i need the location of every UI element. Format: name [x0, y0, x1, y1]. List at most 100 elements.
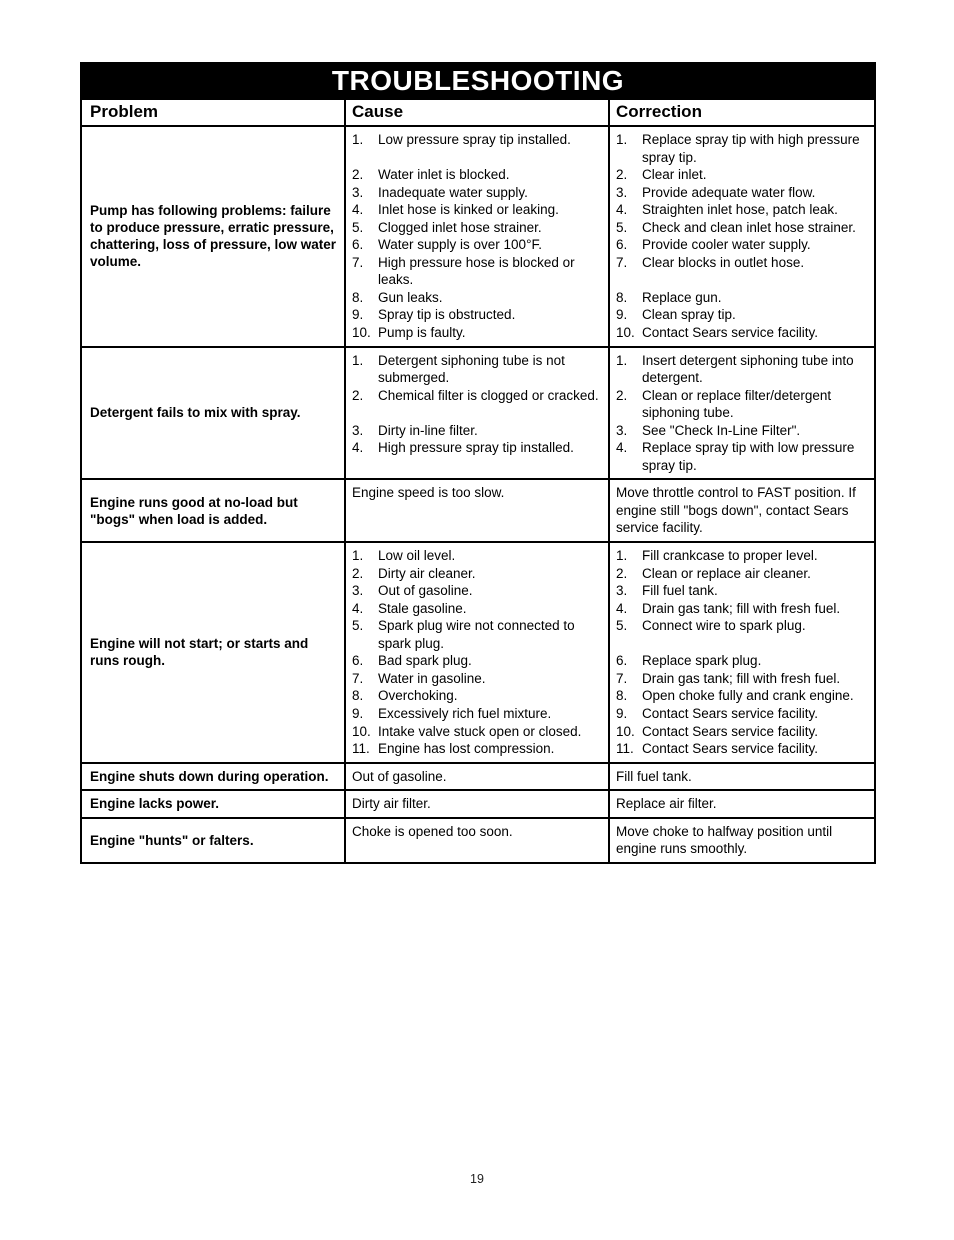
cause-list-item: 10. Pump is faulty. [352, 324, 604, 342]
correction-item-number: 5. [616, 219, 628, 235]
correction-list-item: 7. Drain gas tank; fill with fresh fuel. [616, 670, 870, 688]
cause-item-text: Water supply is over 100°F. [378, 237, 542, 253]
cause-item-text: Bad spark plug. [378, 653, 472, 669]
cause-text: Engine speed is too slow. [352, 485, 505, 501]
cause-item-number: 5. [352, 219, 364, 235]
cell-correction: Move throttle control to FAST position. … [610, 480, 874, 541]
correction-item-text: Replace spark plug. [642, 653, 762, 669]
correction-item-text: Replace spray tip with low pressure spra… [642, 440, 855, 473]
correction-item-number: 1. [616, 352, 628, 368]
correction-text: Replace air filter. [616, 796, 717, 812]
cause-list-item: 7. Water in gasoline. [352, 670, 604, 688]
column-header-problem: Problem [82, 100, 346, 125]
correction-item-number: 6. [616, 653, 628, 669]
cause-item-number: 9. [352, 705, 364, 721]
cell-problem: Engine "hunts" or falters. [82, 818, 346, 862]
correction-item-text: Drain gas tank; fill with fresh fuel. [642, 600, 841, 616]
cause-item-text: Intake valve stuck open or closed. [378, 723, 582, 739]
cause-list-item: 1. Low pressure spray tip installed. [352, 131, 604, 166]
cause-item-text: Inlet hose is kinked or leaking. [378, 202, 559, 218]
correction-item-number: 5. [616, 618, 628, 634]
correction-list-item: 6. Replace spark plug. [616, 652, 870, 670]
correction-item-number: 3. [616, 583, 628, 599]
page-title: TROUBLESHOOTING [331, 65, 625, 96]
problem-label: Engine lacks power. [90, 796, 220, 812]
cause-list-item: 9. Spray tip is obstructed. [352, 306, 604, 324]
correction-list-item: 1. Fill crankcase to proper level. [616, 547, 870, 565]
correction-item-text: Fill crankcase to proper level. [642, 548, 818, 564]
correction-item-text: Check and clean inlet hose strainer. [642, 219, 856, 235]
cause-item-number: 6. [352, 653, 364, 669]
correction-item-text: Open choke fully and crank engine. [642, 688, 854, 704]
cause-item-text: Out of gasoline. [378, 583, 473, 599]
table-row: Engine will not start; or starts and run… [82, 543, 874, 764]
cause-list-item: 5. Clogged inlet hose strainer. [352, 219, 604, 237]
cause-item-number: 3. [352, 184, 364, 200]
correction-item-number: 7. [616, 254, 628, 270]
cause-item-text: Chemical filter is clogged or cracked. [378, 387, 599, 403]
cause-item-number: 4. [352, 600, 364, 616]
problem-label: Engine shuts down during operation. [90, 768, 329, 784]
column-header-cause: Cause [346, 100, 610, 125]
cause-item-number: 3. [352, 422, 364, 438]
cause-list-item: 4. Stale gasoline. [352, 600, 604, 618]
correction-item-text: See "Check In-Line Filter". [642, 422, 801, 438]
cause-list: 1. Low pressure spray tip installed. 2. Wat… [352, 131, 604, 342]
cause-item-number: 2. [352, 387, 364, 403]
correction-list-item: 3. See "Check In-Line Filter". [616, 422, 870, 440]
correction-item-number: 2. [616, 167, 628, 183]
cause-list-item: 9. Excessively rich fuel mixture. [352, 705, 604, 723]
correction-item-number: 1. [616, 548, 628, 564]
cause-item-text: High pressure hose is blocked or leaks. [378, 254, 575, 288]
correction-list-item: 4. Straighten inlet hose, patch leak. [616, 201, 870, 219]
cause-text: Out of gasoline. [352, 768, 447, 784]
cause-list: 1. Detergent siphoning tube is not submer… [352, 352, 604, 475]
correction-item-text: Contact Sears service facility. [642, 705, 819, 721]
table-row: Engine lacks power. Dirty air filter. Repl… [82, 791, 874, 819]
cause-item-number: 10. [352, 325, 371, 341]
correction-item-text: Contact Sears service facility. [642, 325, 819, 341]
correction-item-text: Provide adequate water flow. [642, 184, 816, 200]
cause-item-number: 1. [352, 352, 364, 368]
correction-list-item: 6. Provide cooler water supply. [616, 236, 870, 254]
cause-item-number: 1. [352, 132, 364, 147]
cause-item-text: Dirty in-line filter. [378, 422, 478, 438]
problem-label: Detergent fails to mix with spray. [90, 405, 301, 421]
correction-list-item: 2. Clean or replace filter/detergent siph… [616, 387, 870, 422]
correction-item-text: Clean or replace air cleaner. [642, 565, 811, 581]
correction-item-text: Clean spray tip. [642, 307, 736, 323]
cause-item-number: 3. [352, 583, 364, 599]
cause-list-item: 2. Dirty air cleaner. [352, 565, 604, 583]
cause-item-text: Spark plug wire not connected to spark p… [378, 618, 575, 651]
correction-list-item: 1. Replace spray tip with high pressure s… [616, 131, 870, 166]
problem-label: Engine "hunts" or falters. [90, 832, 254, 848]
correction-list-item: 2. Clear inlet. [616, 166, 870, 184]
cause-list-item: 3. Inadequate water supply. [352, 184, 604, 202]
cause-list-item: 4. Inlet hose is kinked or leaking. [352, 201, 604, 219]
table-row: Detergent fails to mix with spray. 1. Dete… [82, 347, 874, 481]
cause-list-item: 7. High pressure hose is blocked or leaks… [352, 254, 604, 289]
cause-item-number: 2. [352, 565, 364, 581]
cause-item-number: 8. [352, 688, 364, 704]
page-title-bar: TROUBLESHOOTING [80, 62, 876, 100]
column-header-correction: Correction [616, 102, 702, 121]
correction-text: Fill fuel tank. [616, 768, 692, 784]
cause-list-item: 8. Overchoking. [352, 687, 604, 705]
cause-item-text: Spray tip is obstructed. [378, 307, 516, 323]
cause-item-number: 9. [352, 307, 364, 323]
correction-list-item: 9. Clean spray tip. [616, 306, 870, 324]
correction-item-number: 2. [616, 565, 628, 581]
correction-list-item: 11. Contact Sears service facility. [616, 740, 870, 758]
correction-list-item: 3. Provide adequate water flow. [616, 184, 870, 202]
correction-item-number: 9. [616, 307, 628, 323]
table-header-row: Problem Cause Correction [82, 100, 874, 127]
table-row: Engine shuts down during operation. Out o… [82, 763, 874, 792]
table-row: Pump has following problems: failure to … [82, 127, 874, 348]
cell-problem: Engine runs good at no-load but "bogs" w… [82, 480, 346, 542]
correction-item-text: Fill fuel tank. [642, 583, 718, 599]
correction-item-text: Drain gas tank; fill with fresh fuel. [642, 670, 841, 686]
cause-item-text: Water inlet is blocked. [378, 167, 510, 183]
correction-list-item: 5. Check and clean inlet hose strainer. [616, 219, 870, 237]
correction-text: Move throttle control to FAST position. … [616, 485, 856, 536]
cell-cause: Dirty air filter. [346, 791, 610, 817]
